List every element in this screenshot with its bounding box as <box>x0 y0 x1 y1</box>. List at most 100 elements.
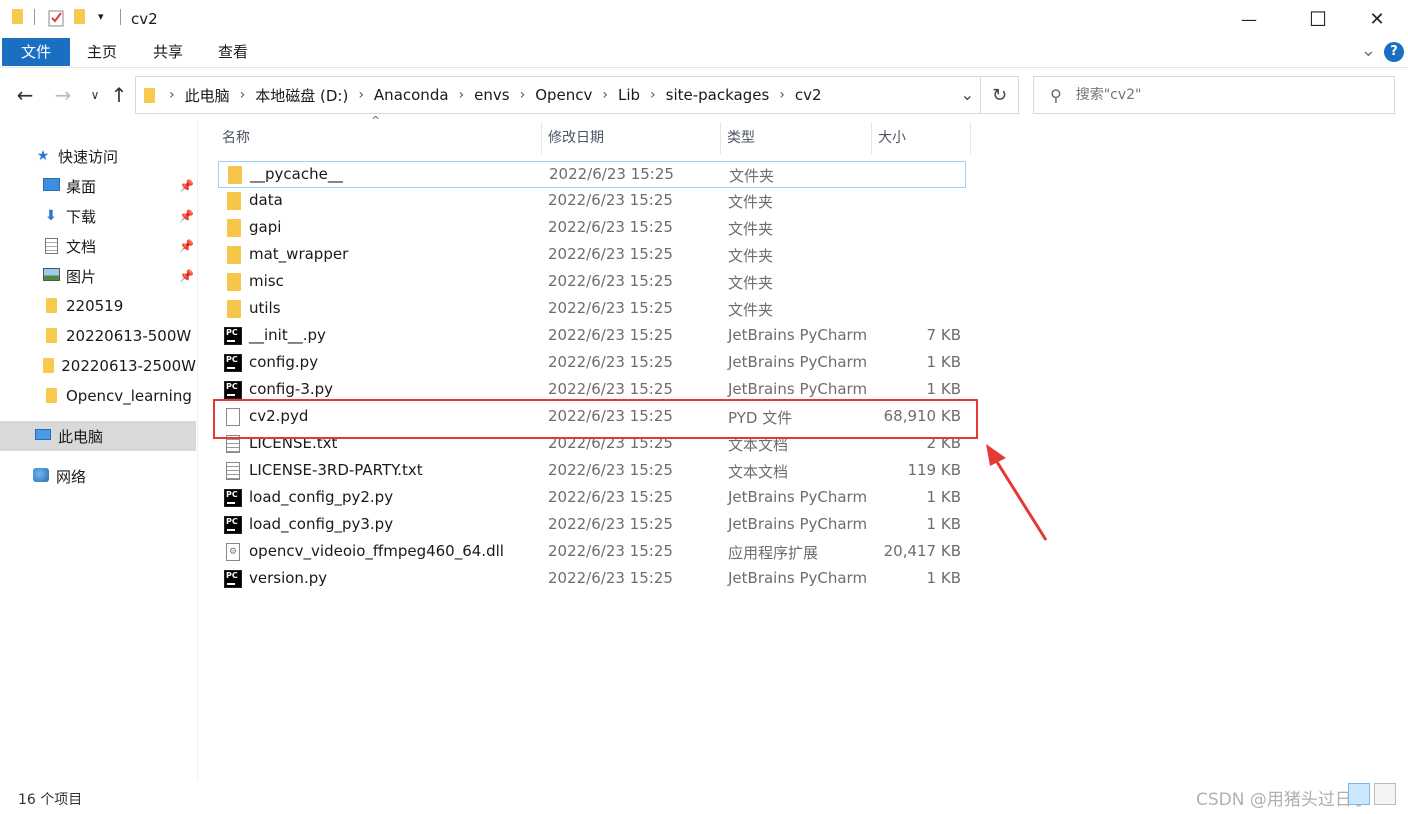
refresh-button[interactable]: ↻ <box>981 76 1019 114</box>
window-title: cv2 <box>131 10 158 28</box>
sidebar-item-20220613-500w[interactable]: 20220613-500W <box>0 321 196 351</box>
tab-view[interactable]: 查看 <box>207 38 259 66</box>
sidebar-item-label: 20220613-2500W <box>61 357 196 375</box>
file-row[interactable]: PC version.py 2022/6/23 15:25 JetBrains PyC… <box>218 566 966 593</box>
chevron-right-icon[interactable]: › <box>650 87 656 103</box>
file-modified-date: 2022/6/23 15:25 <box>549 165 674 183</box>
file-row[interactable]: __pycache__ 2022/6/23 15:25 文件夹 <box>218 161 966 188</box>
folder-icon <box>227 246 241 264</box>
sidebar-item-network[interactable]: 网络 <box>0 461 196 491</box>
sidebar-item-20220613-2500w[interactable]: 20220613-2500W <box>0 351 196 381</box>
sidebar-item-220519[interactable]: 220519 <box>0 291 196 321</box>
pycharm-file-icon: PC <box>224 570 242 588</box>
breadcrumb-opencv[interactable]: Opencv <box>535 86 592 104</box>
file-row[interactable]: gapi 2022/6/23 15:25 文件夹 <box>218 215 966 242</box>
sidebar-item-quick-access[interactable]: ★ 快速访问 <box>0 141 196 171</box>
column-header-date[interactable]: 修改日期 <box>542 122 720 154</box>
search-box[interactable]: ⚲ <box>1033 76 1395 114</box>
back-button[interactable]: ← <box>12 80 38 110</box>
column-header-type[interactable]: 类型 <box>721 122 871 154</box>
column-divider[interactable] <box>970 122 971 154</box>
sidebar-item-downloads[interactable]: ⬇ 下载 📌 <box>0 201 196 231</box>
file-modified-date: 2022/6/23 15:25 <box>548 299 673 317</box>
star-icon: ★ <box>36 148 50 164</box>
folder-icon <box>227 300 241 318</box>
breadcrumb-this-pc[interactable]: 此电脑 <box>185 85 230 106</box>
file-row[interactable]: utils 2022/6/23 15:25 文件夹 <box>218 296 966 323</box>
folder-icon <box>144 86 155 104</box>
column-header-size[interactable]: 大小 <box>872 122 970 154</box>
forward-button[interactable]: → <box>50 80 76 110</box>
highlight-box <box>213 399 978 439</box>
sidebar-item-this-pc[interactable]: 此电脑 <box>0 421 196 451</box>
file-type: 文件夹 <box>728 274 774 292</box>
breadcrumb-cv2[interactable]: cv2 <box>795 86 822 104</box>
file-name: LICENSE-3RD-PARTY.txt <box>249 461 423 479</box>
breadcrumb-lib[interactable]: Lib <box>618 86 640 104</box>
file-type: 应用程序扩展 <box>728 544 819 562</box>
file-row[interactable]: PC load_config_py3.py 2022/6/23 15:25 JetBr… <box>218 512 966 539</box>
file-modified-date: 2022/6/23 15:25 <box>548 272 673 290</box>
sidebar-item-label: Opencv_learning <box>66 387 192 405</box>
expand-ribbon-icon[interactable]: ⌄ <box>1361 40 1376 61</box>
close-button[interactable]: ✕ <box>1354 0 1400 38</box>
folder-icon <box>42 388 60 404</box>
pin-icon[interactable]: 📌 <box>179 179 194 193</box>
new-folder-icon[interactable] <box>74 9 85 24</box>
file-name: version.py <box>249 569 328 587</box>
address-bar[interactable]: › 此电脑 › 本地磁盘 (D:) › Anaconda › envs › Op… <box>135 76 981 114</box>
file-row[interactable]: PC config.py 2022/6/23 15:25 JetBrains PyCh… <box>218 350 966 377</box>
file-name: __pycache__ <box>250 165 343 183</box>
minimize-button[interactable]: — <box>1226 0 1272 38</box>
column-header-name[interactable]: 名称 <box>216 122 541 154</box>
annotation-arrow <box>986 444 1048 541</box>
chevron-right-icon[interactable]: › <box>520 87 526 103</box>
customize-quick-access-icon[interactable]: ▾ <box>98 10 104 23</box>
file-modified-date: 2022/6/23 15:25 <box>548 353 673 371</box>
chevron-right-icon[interactable]: › <box>358 87 364 103</box>
large-icons-view-button[interactable] <box>1374 783 1396 805</box>
sidebar-item-opencv-learning[interactable]: Opencv_learning <box>0 381 196 411</box>
tab-share[interactable]: 共享 <box>142 38 194 66</box>
file-size: 20,417 KB <box>883 542 961 560</box>
file-row[interactable]: PC __init__.py 2022/6/23 15:25 JetBrains Py… <box>218 323 966 350</box>
chevron-right-icon[interactable]: › <box>602 87 608 103</box>
file-row[interactable]: misc 2022/6/23 15:25 文件夹 <box>218 269 966 296</box>
pin-icon[interactable]: 📌 <box>179 239 194 253</box>
chevron-down-icon[interactable]: ⌄ <box>961 85 974 104</box>
tab-home[interactable]: 主页 <box>76 38 128 66</box>
chevron-right-icon[interactable]: › <box>459 87 465 103</box>
recent-locations-button[interactable]: ∨ <box>82 80 108 110</box>
file-row[interactable]: LICENSE-3RD-PARTY.txt 2022/6/23 15:25 文本文档… <box>218 458 966 485</box>
folder-icon <box>12 9 23 24</box>
help-button[interactable]: ? <box>1384 42 1404 62</box>
chevron-right-icon[interactable]: › <box>240 87 246 103</box>
chevron-right-icon[interactable]: › <box>779 87 785 103</box>
file-type: 文本文档 <box>728 463 789 481</box>
details-view-button[interactable] <box>1348 783 1370 805</box>
up-button[interactable]: ↑ <box>106 80 132 110</box>
sidebar-item-desktop[interactable]: 桌面 📌 <box>0 171 196 201</box>
tab-file[interactable]: 文件 <box>2 38 70 66</box>
file-size: 1 KB <box>926 569 961 587</box>
file-row[interactable]: data 2022/6/23 15:25 文件夹 <box>218 188 966 215</box>
pin-icon[interactable]: 📌 <box>179 269 194 283</box>
pycharm-file-icon: PC <box>224 516 242 534</box>
breadcrumb-drive-d[interactable]: 本地磁盘 (D:) <box>255 85 348 106</box>
file-modified-date: 2022/6/23 15:25 <box>548 461 673 479</box>
sidebar-item-label: 网络 <box>56 467 87 486</box>
search-input[interactable] <box>1075 87 1376 103</box>
breadcrumb-anaconda[interactable]: Anaconda <box>374 86 449 104</box>
file-row[interactable]: PC load_config_py2.py 2022/6/23 15:25 JetBr… <box>218 485 966 512</box>
breadcrumb-envs[interactable]: envs <box>474 86 509 104</box>
sidebar-item-documents[interactable]: 文档 📌 <box>0 231 196 261</box>
properties-icon[interactable] <box>48 9 65 27</box>
file-name: load_config_py3.py <box>249 515 394 533</box>
file-row[interactable]: ⚙ opencv_videoio_ffmpeg460_64.dll 2022/6/2… <box>218 539 966 566</box>
breadcrumb-site-packages[interactable]: site-packages <box>666 86 770 104</box>
file-row[interactable]: mat_wrapper 2022/6/23 15:25 文件夹 <box>218 242 966 269</box>
file-type: 文件夹 <box>729 167 775 185</box>
maximize-button[interactable]: ☐ <box>1295 0 1341 38</box>
pin-icon[interactable]: 📌 <box>179 209 194 223</box>
sidebar-item-pictures[interactable]: 图片 📌 <box>0 261 196 291</box>
